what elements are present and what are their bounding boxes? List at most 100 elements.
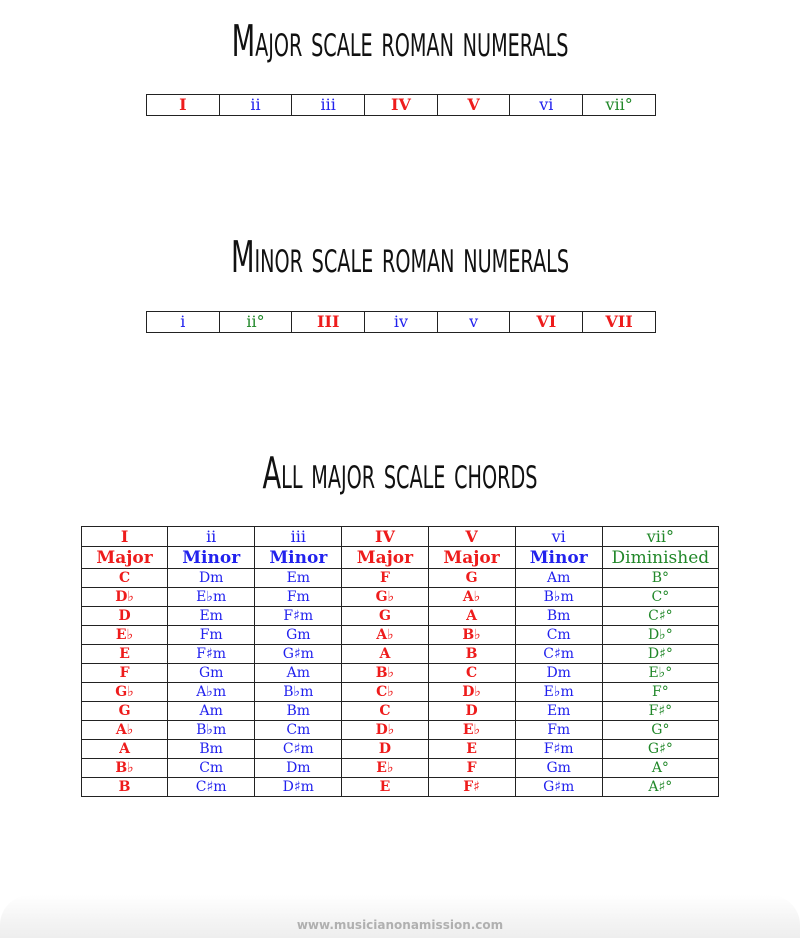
chord-cell: F° xyxy=(601,682,720,702)
chord-cell: A♭ xyxy=(341,625,429,645)
chord-cell: E♭m xyxy=(167,587,256,607)
chord-cell: E♭ xyxy=(341,758,429,778)
chord-table-row: E F♯m G♯m A B C♯m D♯° xyxy=(80,644,720,664)
chord-cell: F xyxy=(427,758,516,778)
quality-header-cell: Major xyxy=(80,546,169,569)
chord-cell: C° xyxy=(601,587,720,607)
chord-cell: A° xyxy=(601,758,720,778)
minor-numeral-cell: VII xyxy=(582,311,656,333)
chord-cell: Dm xyxy=(514,663,603,683)
chord-cell: B♭ xyxy=(341,663,429,683)
chord-cell: E xyxy=(341,777,429,797)
chord-cell: Em xyxy=(167,606,256,626)
chord-cell: B♭m xyxy=(254,682,343,702)
numeral-header-cell: V xyxy=(427,526,516,547)
chord-cell: C♯° xyxy=(601,606,720,626)
minor-numeral-cell: v xyxy=(436,311,511,333)
chord-cell: G♭ xyxy=(80,682,169,702)
chord-cell: F♯° xyxy=(601,701,720,721)
chord-cell: F♯m xyxy=(254,606,343,626)
major-numeral-cell: vi xyxy=(509,94,584,116)
chord-cell: A xyxy=(427,606,516,626)
chord-table-numeral-row: Iii iii IV Vvi vii° xyxy=(80,526,720,547)
chord-table-quality-row: Major Minor Minor Major Major Minor Diminished xyxy=(80,546,720,569)
chord-cell: G♭ xyxy=(341,587,429,607)
numeral-header-cell: ii xyxy=(167,526,256,547)
minor-numerals-title: Minor scale roman numerals xyxy=(230,232,570,283)
chord-cell: Fm xyxy=(514,720,603,740)
numeral-header-cell: vi xyxy=(514,526,603,547)
chord-cell: A♭m xyxy=(167,682,256,702)
chord-cell: F♯m xyxy=(167,644,256,664)
chord-cell: A♭ xyxy=(427,587,516,607)
major-numeral-cell: ii xyxy=(218,94,293,116)
chord-cell: Cm xyxy=(167,758,256,778)
chord-cell: G♯° xyxy=(601,739,720,759)
chord-cell: F xyxy=(341,568,429,588)
chord-cell: C xyxy=(341,701,429,721)
chord-cell: E♭° xyxy=(601,663,720,683)
quality-header-cell: Major xyxy=(341,546,429,569)
chord-table-row: G♭ A♭m B♭m C♭ D♭ E♭m F° xyxy=(80,682,720,702)
chord-cell: B♭ xyxy=(80,758,169,778)
minor-numerals-table: i ii° III iv v VI VII xyxy=(146,311,656,333)
chord-cell: E♭ xyxy=(80,625,169,645)
chord-cell: A xyxy=(80,739,169,759)
minor-numeral-cell: i xyxy=(146,311,220,333)
numeral-header-cell: IV xyxy=(341,526,429,547)
chord-cell: G° xyxy=(601,720,720,740)
chord-cell: C♯m xyxy=(514,644,603,664)
chord-cell: D♭ xyxy=(427,682,516,702)
chord-cell: C♭ xyxy=(341,682,429,702)
chord-cell: E♭m xyxy=(514,682,603,702)
chord-cell: C xyxy=(427,663,516,683)
quality-header-cell: Minor xyxy=(514,546,603,569)
chord-cell: F♯ xyxy=(427,777,516,797)
chord-cell: Dm xyxy=(254,758,343,778)
all-chords-title: All major scale chords xyxy=(262,448,538,499)
minor-numeral-cell: ii° xyxy=(218,311,293,333)
minor-numeral-cell: iv xyxy=(364,311,438,333)
chord-cell: D♭ xyxy=(341,720,429,740)
chord-table-row: A Bm C♯m D E F♯m G♯° xyxy=(80,739,720,759)
chord-cell: Bm xyxy=(167,739,256,759)
chord-table-row: B♭ Cm Dm E♭ F Gm A° xyxy=(80,758,720,778)
chord-table-row: A♭ B♭m Cm D♭ E♭ Fm G° xyxy=(80,720,720,740)
chord-cell: G xyxy=(80,701,169,721)
chord-cell: B° xyxy=(601,568,720,588)
chord-cell: F♯m xyxy=(514,739,603,759)
chord-table-row: E♭ Fm Gm A♭ B♭ Cm D♭° xyxy=(80,625,720,645)
chord-cell: B xyxy=(80,777,169,797)
chord-cell: Em xyxy=(514,701,603,721)
chord-cell: C xyxy=(80,568,169,588)
chord-cell: Bm xyxy=(254,701,343,721)
quality-header-cell: Minor xyxy=(167,546,256,569)
chord-cell: C♯m xyxy=(254,739,343,759)
chord-cell: Fm xyxy=(167,625,256,645)
minor-numeral-cell: III xyxy=(291,311,366,333)
chord-cell: E xyxy=(80,644,169,664)
chord-table-row: C Dm Em F G Am B° xyxy=(80,568,720,588)
chord-cell: B♭m xyxy=(167,720,256,740)
chord-table: Iii iii IV Vvi vii° Major Minor Minor Major Major… xyxy=(80,526,720,797)
chord-table-row: G Am Bm C D Em F♯° xyxy=(80,701,720,721)
chord-cell: C♯m xyxy=(167,777,256,797)
major-numeral-cell: V xyxy=(436,94,511,116)
chord-cell: D♯m xyxy=(254,777,343,797)
chord-cell: Gm xyxy=(514,758,603,778)
chord-cell: Am xyxy=(254,663,343,683)
minor-numeral-cell: VI xyxy=(509,311,584,333)
chord-cell: D♭ xyxy=(80,587,169,607)
chord-cell: Am xyxy=(514,568,603,588)
chord-cell: Em xyxy=(254,568,343,588)
chord-cell: G xyxy=(427,568,516,588)
chord-cell: Cm xyxy=(254,720,343,740)
major-numeral-cell: I xyxy=(146,94,220,116)
chord-cell: Gm xyxy=(167,663,256,683)
major-numeral-cell: iii xyxy=(291,94,366,116)
chord-cell: Fm xyxy=(254,587,343,607)
chord-cell: Dm xyxy=(167,568,256,588)
chord-cell: D♭° xyxy=(601,625,720,645)
chord-cell: A♭ xyxy=(80,720,169,740)
chord-cell: G♯m xyxy=(514,777,603,797)
